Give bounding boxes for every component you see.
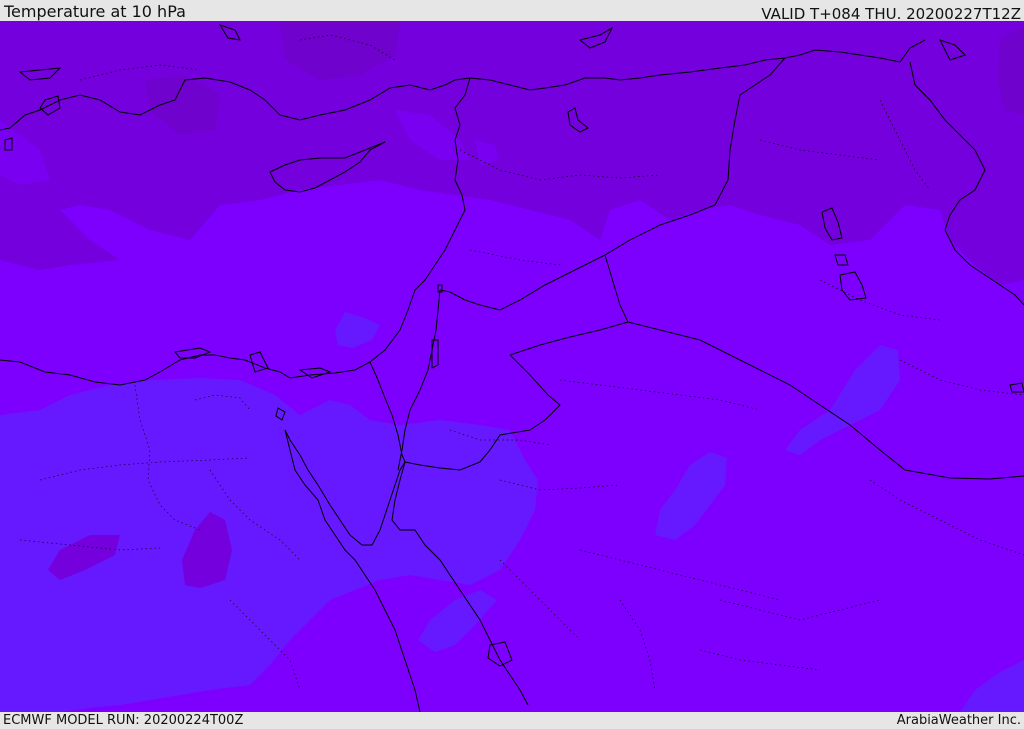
model-run: ECMWF MODEL RUN: 20200224T00Z (3, 713, 244, 728)
map-title: Temperature at 10 hPa (4, 2, 186, 21)
credit-label: ArabiaWeather Inc. (896, 713, 1021, 728)
title-bar: Temperature at 10 hPa VALID T+084 THU. 2… (0, 0, 1024, 23)
map-canvas (0, 21, 1024, 712)
weather-map[interactable] (0, 21, 1024, 712)
footer-bar: ECMWF MODEL RUN: 20200224T00Z ArabiaWeat… (0, 712, 1024, 729)
